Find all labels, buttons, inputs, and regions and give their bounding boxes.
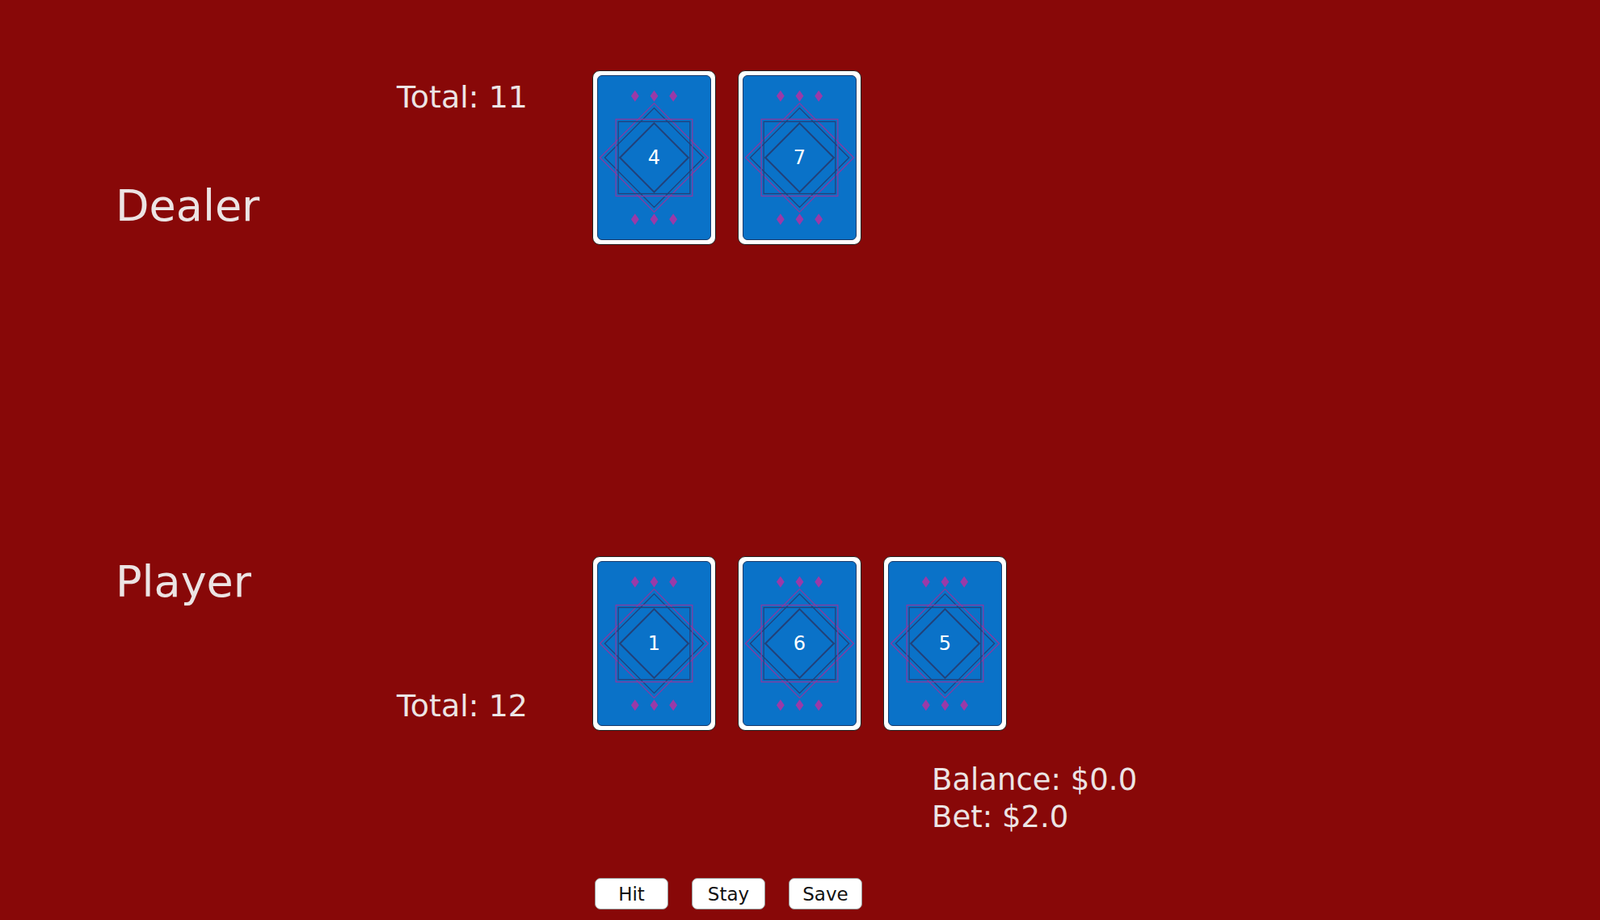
card: 1 — [592, 555, 716, 731]
bet: Bet: $2.0 — [931, 798, 1600, 836]
card: 4 — [592, 70, 716, 245]
action-button[interactable]: Hit — [594, 877, 669, 910]
dealer-total: Total: 11 — [396, 78, 593, 118]
card-value: 1 — [648, 631, 661, 655]
dealer-hand: 47 — [592, 70, 1600, 245]
player-label: Player — [115, 555, 397, 609]
action-button[interactable]: Stay — [691, 877, 766, 910]
dealer-area: DealerTotal: 1147 — [115, 70, 1600, 245]
card-value: 5 — [938, 631, 952, 655]
card: 7 — [737, 70, 862, 245]
dealer-label: Dealer — [115, 180, 397, 233]
card-value: 4 — [648, 146, 661, 169]
card: 5 — [883, 555, 1007, 731]
card-value: 7 — [793, 146, 806, 169]
player-total: Total: 12 — [396, 686, 593, 726]
card-value: 6 — [793, 631, 806, 655]
blackjack-table: DealerTotal: 1147PlayerTotal: 12165Balan… — [0, 0, 1600, 920]
action-button[interactable]: Save — [788, 877, 863, 910]
wallet-info: Balance: $0.0Bet: $2.0 — [592, 761, 1600, 836]
action-bar: Hit Stay Save — [592, 877, 1600, 910]
balance: Balance: $0.0 — [931, 761, 1600, 799]
card: 6 — [737, 555, 862, 731]
player-hand: 1 6 5 — [592, 555, 1600, 731]
player-area: Player Total: 12 1 6 5 Balance: $0.0Bet: $2.0… — [115, 555, 1600, 910]
